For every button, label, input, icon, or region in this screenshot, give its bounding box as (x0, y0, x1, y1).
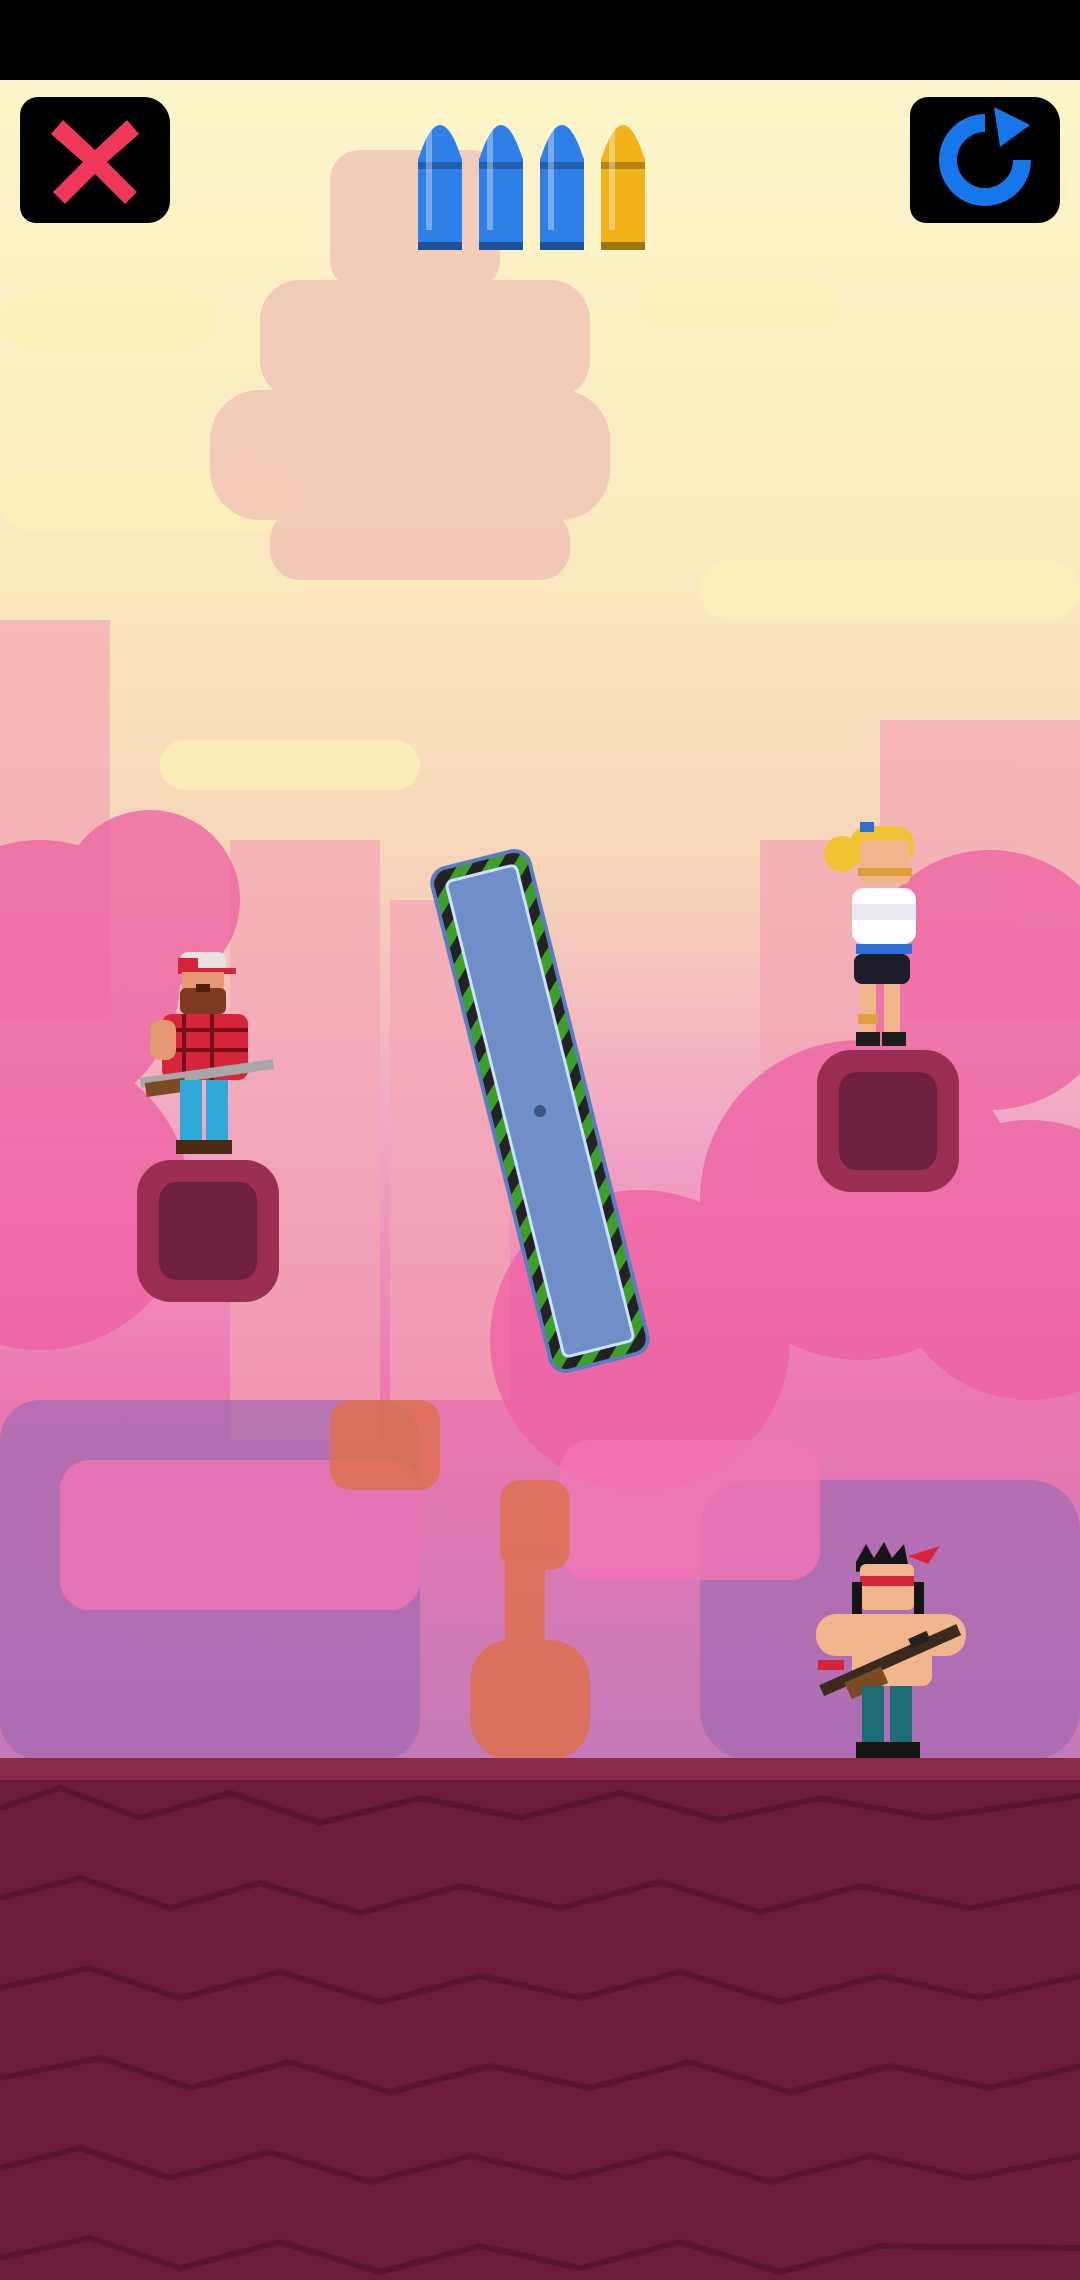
status-bar (0, 0, 1080, 80)
ammo-counter (410, 100, 650, 265)
left-platform (137, 1160, 279, 1302)
ammo-bullets (418, 125, 645, 250)
commando-player[interactable] (816, 1542, 966, 1764)
ground (0, 1758, 1080, 2280)
close-x-icon (51, 120, 139, 204)
bullet-icon (418, 125, 462, 250)
gold-bullet-icon (601, 125, 645, 250)
game-stage[interactable] (0, 0, 1080, 2280)
restart-button[interactable] (910, 97, 1060, 223)
left-platform-inner (159, 1182, 257, 1280)
close-button[interactable] (20, 97, 170, 223)
restart-arrow-icon (939, 107, 1031, 206)
blonde-hostage (822, 818, 932, 1056)
right-platform-inner (839, 1072, 937, 1170)
right-platform (817, 1050, 959, 1192)
lumberjack-enemy (139, 950, 280, 1166)
ground-pattern (0, 1784, 1080, 2276)
bullet-icon (479, 125, 523, 250)
bullet-icon (540, 125, 584, 250)
